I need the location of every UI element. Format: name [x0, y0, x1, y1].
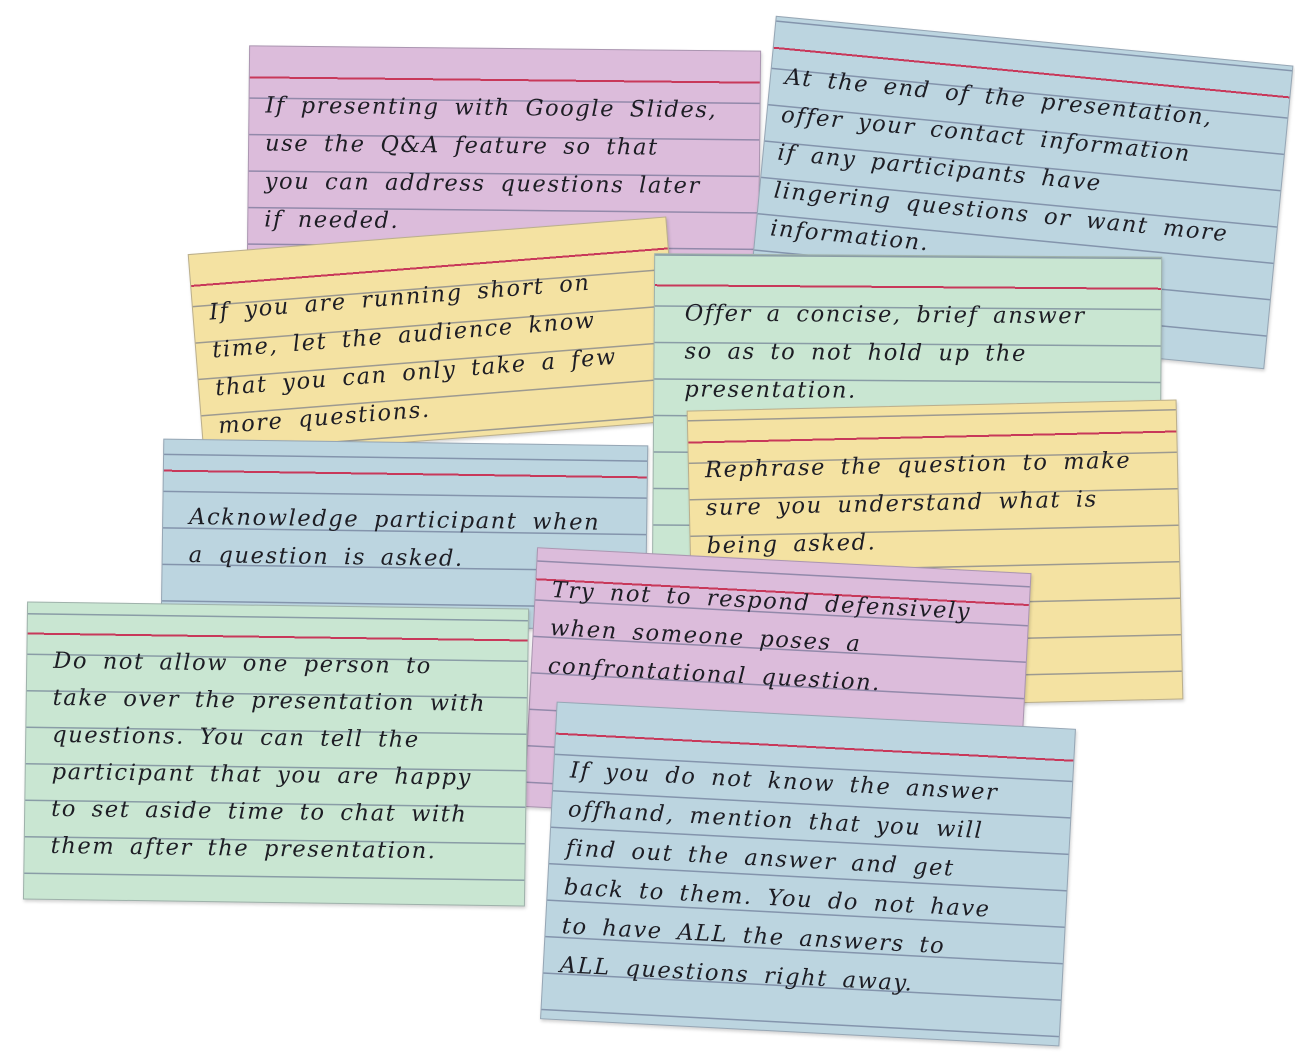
note-card-running-short-on-time: If you are running short on time, let th… [187, 216, 683, 459]
note-card-text: If presenting with Google Slides, use th… [264, 92, 718, 234]
note-card-dont-know-answer: If you do not know the answer offhand, m… [540, 701, 1076, 1047]
note-card-text: If you are running short on time, let th… [208, 269, 618, 440]
note-card-text: Do not allow one person to take over the… [50, 647, 487, 865]
note-card-text: Try not to respond defensively when some… [547, 577, 972, 697]
note-card-text: If you do not know the answer offhand, m… [559, 757, 1000, 997]
note-card-text: Rephrase the question to make sure you u… [704, 447, 1132, 560]
note-card-one-person-takeover: Do not allow one person to take over the… [22, 601, 530, 907]
note-card-text: Offer a concise, brief answer so as to n… [684, 300, 1086, 404]
